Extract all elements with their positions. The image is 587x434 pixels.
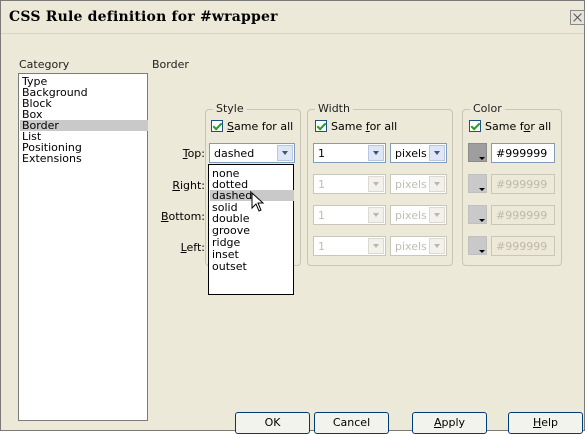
width-same-for-all-checkbox[interactable] [315, 120, 327, 132]
style-option-double[interactable]: double [210, 213, 294, 224]
right-unit-select[interactable]: pixels [390, 174, 447, 194]
chevron-down-icon[interactable] [277, 145, 293, 161]
mouse-pointer-icon [251, 192, 265, 212]
top-color-swatch[interactable] [468, 143, 487, 162]
color-same-for-all-label: Same for all [485, 120, 552, 133]
top-color-input[interactable]: #999999 [491, 143, 555, 163]
right-color-swatch[interactable] [468, 174, 487, 193]
apply-button[interactable]: Apply [412, 412, 487, 434]
chevron-down-icon [429, 176, 445, 192]
category-list[interactable]: Type Background Block Box Border List Po… [18, 73, 148, 421]
bottom-color-input[interactable]: #999999 [491, 205, 555, 225]
left-unit-value: pixels [395, 240, 427, 253]
window-title: CSS Rule definition for #wrapper [9, 9, 278, 25]
row-label-bottom: Bottom: [160, 210, 205, 223]
row-label-left: Left: [180, 241, 205, 254]
color-same-for-all-checkbox[interactable] [469, 120, 481, 132]
color-group-legend: Color [470, 103, 505, 115]
top-unit-select[interactable]: pixels [390, 143, 447, 163]
bottom-width-value: 1 [318, 209, 325, 222]
left-color-input[interactable]: #999999 [491, 236, 555, 256]
cancel-button[interactable]: Cancel [314, 412, 389, 434]
left-width-value: 1 [318, 240, 325, 253]
top-width-select[interactable]: 1 [313, 143, 386, 163]
style-dropdown-list[interactable]: none dotted dashed solid double groove r… [208, 164, 294, 295]
row-label-top: Top: [182, 147, 205, 160]
bottom-color-swatch[interactable] [468, 205, 487, 224]
width-same-for-all-label: Same for all [331, 120, 398, 133]
right-color-input[interactable]: #999999 [491, 174, 555, 194]
left-width-select[interactable]: 1 [313, 236, 386, 256]
style-option-ridge[interactable]: ridge [210, 237, 294, 248]
top-style-select[interactable]: dashed [209, 143, 295, 163]
left-unit-select[interactable]: pixels [390, 236, 447, 256]
chevron-down-icon [368, 238, 384, 254]
chevron-down-icon[interactable] [368, 145, 384, 161]
chevron-down-icon [368, 176, 384, 192]
ok-button[interactable]: OK [235, 412, 310, 434]
style-group-legend: Style [213, 103, 247, 115]
chevron-down-icon [368, 207, 384, 223]
category-item-extensions[interactable]: Extensions [20, 153, 148, 164]
border-header: Border [152, 58, 189, 71]
title-bar: CSS Rule definition for #wrapper [1, 1, 585, 34]
top-style-value: dashed [214, 147, 255, 160]
top-width-value: 1 [318, 147, 325, 160]
width-group-legend: Width [315, 103, 353, 115]
chevron-down-icon [429, 207, 445, 223]
bottom-unit-select[interactable]: pixels [390, 205, 447, 225]
css-rule-dialog: CSS Rule definition for #wrapper Categor… [0, 0, 585, 434]
chevron-down-icon[interactable] [429, 145, 445, 161]
right-width-value: 1 [318, 178, 325, 191]
right-width-select[interactable]: 1 [313, 174, 386, 194]
style-option-inset[interactable]: inset [210, 249, 294, 260]
style-same-for-all-label: Same for all [227, 120, 294, 133]
style-option-outset[interactable]: outset [210, 261, 294, 272]
left-color-swatch[interactable] [468, 236, 487, 255]
row-label-right: Right: [172, 179, 205, 192]
style-same-for-all-checkbox[interactable] [211, 120, 223, 132]
help-button[interactable]: Help [508, 412, 583, 434]
bottom-unit-value: pixels [395, 209, 427, 222]
top-unit-value: pixels [395, 147, 427, 160]
right-unit-value: pixels [395, 178, 427, 191]
style-option-groove[interactable]: groove [210, 225, 294, 236]
chevron-down-icon [429, 238, 445, 254]
close-icon[interactable] [570, 10, 585, 25]
category-header: Category [19, 58, 70, 71]
bottom-width-select[interactable]: 1 [313, 205, 386, 225]
